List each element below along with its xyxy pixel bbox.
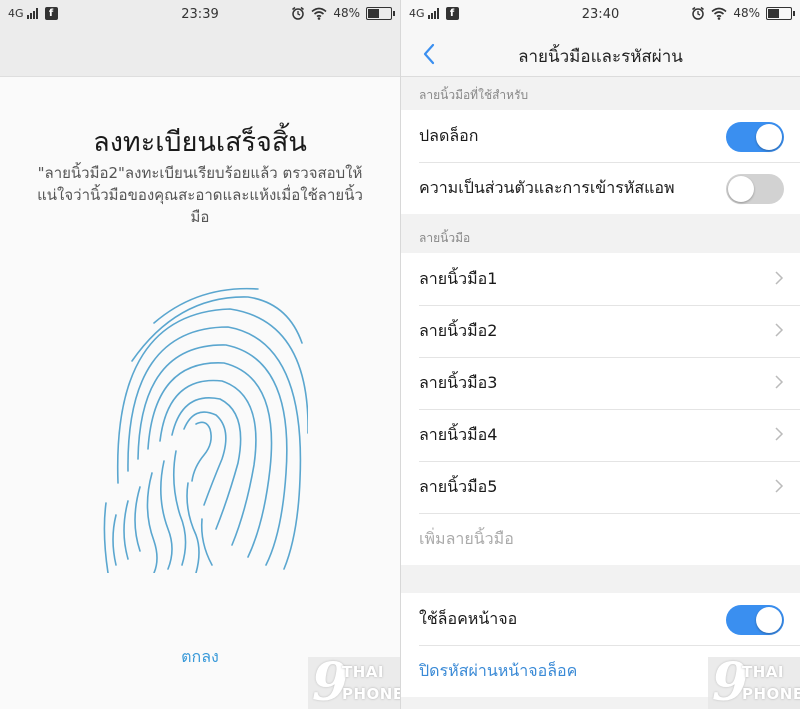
chevron-right-icon <box>775 271 784 285</box>
privacy-toggle[interactable] <box>726 174 784 204</box>
use-for-group: ปลดล็อก ความเป็นส่วนตัวและการเข้ารหัสแอพ <box>401 110 800 214</box>
ok-button[interactable]: ตกลง <box>150 645 250 670</box>
list-item-label: ลายนิ้วมือ5 <box>419 476 498 496</box>
list-item-label: ลายนิ้วมือ3 <box>419 372 498 392</box>
list-item-fingerprint-2[interactable]: ลายนิ้วมือ2 <box>401 305 800 357</box>
status-bar: 4G f 23:40 48% <box>401 0 800 30</box>
disable-lock-password-label: ปิดรหัสผ่านหน้าจอล็อค <box>419 660 578 680</box>
list-item-label: ลายนิ้วมือ4 <box>419 424 498 444</box>
list-item-fingerprint-4[interactable]: ลายนิ้วมือ4 <box>401 409 800 461</box>
list-item-label: ลายนิ้วมือ2 <box>419 320 498 340</box>
alarm-icon <box>692 6 705 20</box>
use-lock-screen-toggle[interactable] <box>726 605 784 635</box>
use-lock-screen-row[interactable]: ใช้ล็อคหน้าจอ <box>401 593 800 645</box>
battery-percent: 48% <box>733 6 760 20</box>
fingerprint-list: ลายนิ้วมือ1 ลายนิ้วมือ2 ลายนิ้วมือ3 ลายน… <box>401 253 800 565</box>
add-fingerprint-label: เพิ่มลายนิ้วมือ <box>419 528 514 548</box>
wifi-icon <box>311 7 327 20</box>
list-item-fingerprint-3[interactable]: ลายนิ้วมือ3 <box>401 357 800 409</box>
fingerprint-icon <box>103 287 308 573</box>
enroll-complete-screen: 4G f 23:39 48% ลงทะเบียนเสร็จสิ้น "ลายนิ… <box>0 0 400 709</box>
status-bar: 4G f 23:39 48% <box>0 0 400 30</box>
add-fingerprint-button[interactable]: เพิ่มลายนิ้วมือ <box>401 513 800 565</box>
use-lock-screen-label: ใช้ล็อคหน้าจอ <box>419 608 518 628</box>
chevron-right-icon <box>775 427 784 441</box>
wifi-icon <box>711 7 727 20</box>
alarm-icon <box>292 6 305 20</box>
list-item-fingerprint-1[interactable]: ลายนิ้วมือ1 <box>401 253 800 305</box>
list-item-fingerprint-5[interactable]: ลายนิ้วมือ5 <box>401 461 800 513</box>
fingerprint-settings-screen: 4G f 23:40 48% ลายนิ้วมือและรหัสผ่าน ลาย… <box>401 0 800 709</box>
page-title: ลายนิ้วมือและรหัสผ่าน <box>518 47 683 67</box>
list-item-label: ลายนิ้วมือ1 <box>419 268 498 288</box>
section-gap <box>401 565 800 593</box>
privacy-label: ความเป็นส่วนตัวและการเข้ารหัสแอพ <box>419 177 675 197</box>
chevron-right-icon <box>775 375 784 389</box>
chevron-right-icon <box>775 479 784 493</box>
unlock-toggle[interactable] <box>726 122 784 152</box>
header-band <box>0 30 400 77</box>
navigation-bar: ลายนิ้วมือและรหัสผ่าน <box>401 30 800 77</box>
battery-percent: 48% <box>333 6 360 20</box>
unlock-row[interactable]: ปลดล็อก <box>401 110 800 162</box>
battery-icon <box>366 6 395 20</box>
enroll-message: "ลายนิ้วมือ2"ลงทะเบียนเรียบร้อยแล้ว ตรวจ… <box>37 164 363 226</box>
watermark-logo: 9 THAI PHONE <box>708 657 800 709</box>
chevron-right-icon <box>775 323 784 337</box>
enroll-title: ลงทะเบียนเสร็จสิ้น <box>93 127 307 158</box>
section-header-fingerprints: ลายนิ้วมือ <box>401 214 800 253</box>
battery-icon <box>766 6 795 20</box>
privacy-row[interactable]: ความเป็นส่วนตัวและการเข้ารหัสแอพ <box>401 162 800 214</box>
section-header-use-for: ลายนิ้วมือที่ใช้สำหรับ <box>401 77 800 110</box>
unlock-label: ปลดล็อก <box>419 125 479 145</box>
watermark-logo: 9 THAI PHONE <box>308 657 400 709</box>
